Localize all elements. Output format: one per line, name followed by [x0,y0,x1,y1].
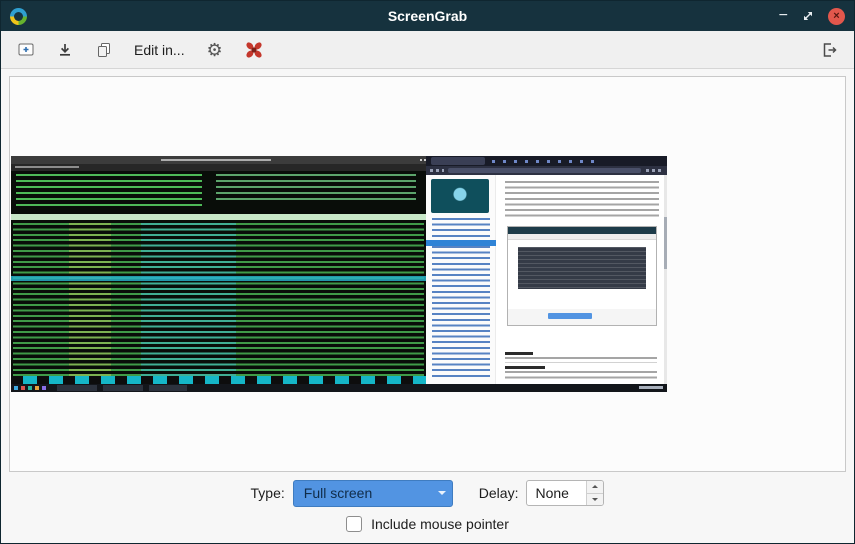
toolbar: Edit in... ⚙ [1,31,854,69]
htop-selected-row [11,276,426,281]
save-button[interactable] [52,37,78,63]
htop-function-key-bar [11,376,426,384]
spin-down-button[interactable] [587,494,603,506]
close-button[interactable]: × [828,8,845,25]
htop-cyan-column [141,223,236,376]
quit-button[interactable] [816,37,842,63]
screengrab-logo-icon [244,40,264,60]
save-icon [56,41,74,59]
manual-logo-thumb [431,179,489,213]
gear-icon: ⚙ [207,41,223,59]
taskbar-thumb [11,384,667,392]
htop-cpu-meters [16,174,202,208]
new-screenshot-icon [17,41,35,59]
terminal-window-buttons [420,159,422,161]
screenshot-preview [11,156,667,392]
copy-button[interactable] [91,37,117,63]
type-combobox[interactable]: Full screen [293,480,453,507]
browser-tab-favicons [492,160,602,163]
spin-up-button[interactable] [587,481,603,494]
page-text-block-1 [505,181,659,217]
window-title: ScreenGrab [1,8,854,24]
page-text-block-2 [505,357,657,363]
terminal-window-thumb [11,156,426,384]
include-pointer-label: Include mouse pointer [371,516,509,532]
page-heading-1 [505,352,533,355]
htop-header-row [11,214,426,220]
browser-scrollbar [664,175,667,384]
browser-action-icons [646,169,662,172]
new-screenshot-button[interactable] [13,37,39,63]
chevron-shape [438,491,446,499]
nested-toolbar [508,234,656,240]
quit-icon [820,41,838,59]
capture-controls-row: Type: Full screen Delay: None [251,480,605,507]
browser-window-thumb [426,156,667,384]
content-area [1,69,854,472]
page-text-block-3 [505,371,657,379]
triangle-down-icon [592,498,598,504]
htop-stats-meters [216,174,416,204]
footer: Type: Full screen Delay: None Include mo… [1,472,854,543]
nested-screenshot-thumb [507,226,657,326]
nested-combobox [548,313,592,319]
close-glyph: × [833,11,839,22]
pointer-option-row: Include mouse pointer [346,516,509,532]
sidebar-selected-item [426,240,496,246]
copy-icon [95,41,113,59]
minimize-icon: − [779,8,788,24]
edit-in-label: Edit in... [134,42,185,58]
delay-spinbox[interactable]: None [526,480,604,506]
page-heading-2 [505,366,545,369]
terminal-menu-text [15,166,79,168]
settings-button[interactable]: ⚙ [202,37,228,63]
browser-nav-buttons [430,169,444,172]
edit-in-button[interactable]: Edit in... [130,37,189,63]
lubuntu-logo-icon [10,8,27,25]
htop-yellow-column [69,223,111,376]
screengrab-logo-button[interactable] [241,37,267,63]
include-pointer-checkbox[interactable] [346,516,362,532]
browser-urlbar [448,168,641,173]
delay-value: None [527,481,586,505]
chevron-down-icon [432,487,452,499]
maximize-button[interactable] [801,9,815,23]
titlebar: ScreenGrab − × [1,1,854,31]
window-controls: − × [779,8,845,25]
minimize-button[interactable]: − [779,8,788,24]
preview-area [9,76,846,472]
maximize-icon [801,9,815,23]
triangle-up-icon [592,482,598,488]
type-value: Full screen [294,485,432,501]
close-icon: × [828,8,845,25]
terminal-title-text [161,159,271,161]
nested-preview-image [518,247,646,289]
taskbar-launcher-icons [14,386,18,390]
type-label: Type: [251,485,285,501]
screengrab-window: ScreenGrab − × [0,0,855,544]
nested-titlebar [508,227,656,234]
taskbar-clock [639,386,663,389]
browser-active-tab [431,157,485,165]
taskbar-window-buttons [57,385,187,391]
spinner-buttons [586,481,603,505]
delay-label: Delay: [479,485,519,501]
